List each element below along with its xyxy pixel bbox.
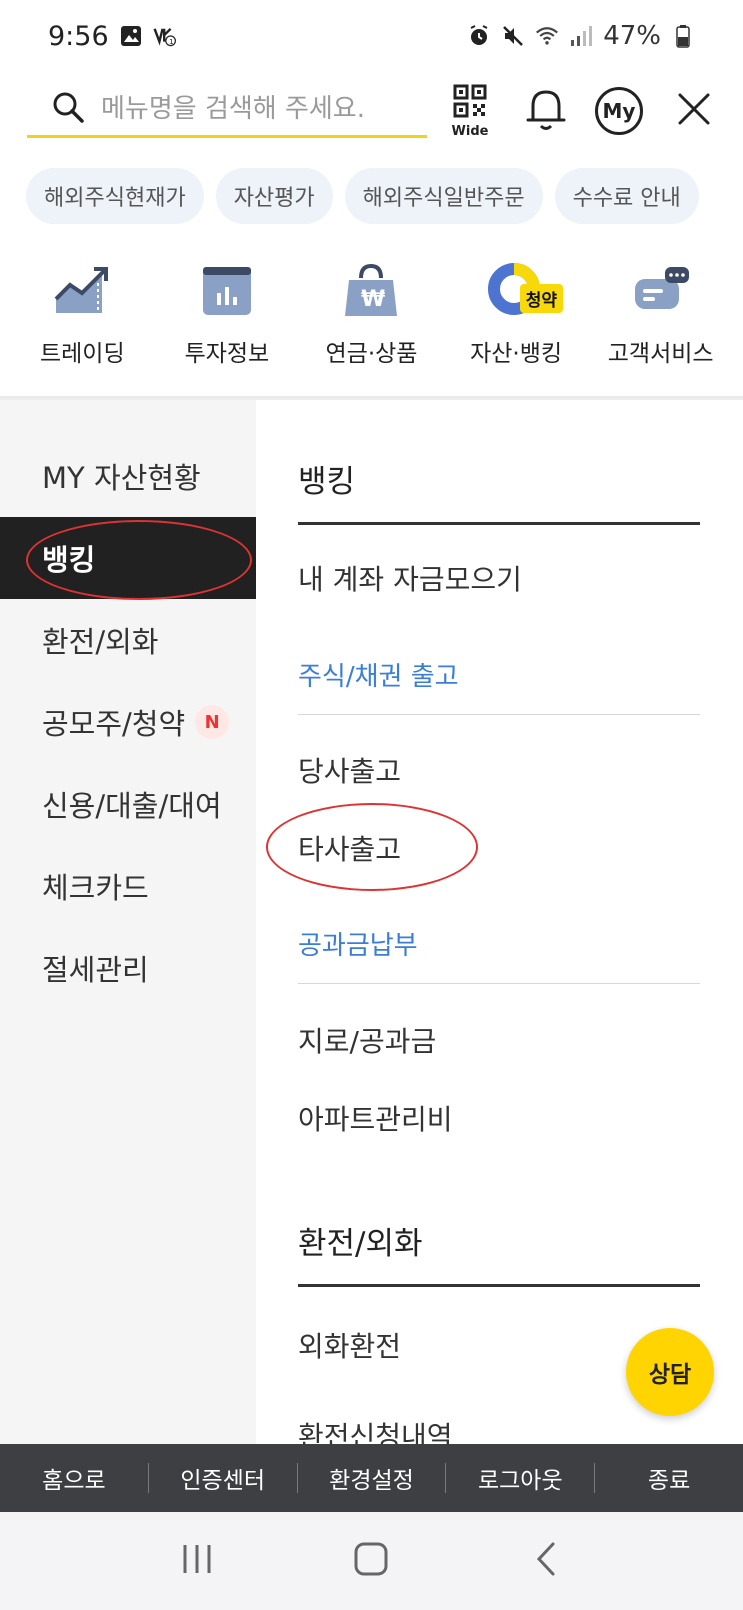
category-customer-service[interactable]: 고객서비스 xyxy=(591,258,731,398)
section-title-banking: 뱅킹 xyxy=(298,464,356,500)
nav-item-label: 절세관리 xyxy=(42,953,149,987)
mute-icon xyxy=(501,24,525,48)
group-divider xyxy=(298,714,700,715)
svg-text:₩: ₩ xyxy=(361,287,385,312)
notification-button[interactable] xyxy=(522,78,570,144)
status-time: 9:56 xyxy=(48,20,109,52)
category-invest-info[interactable]: 투자정보 xyxy=(157,258,297,398)
my-page-button[interactable]: My xyxy=(594,78,644,144)
search-icon xyxy=(51,90,91,128)
recent-apps-button[interactable] xyxy=(167,1536,227,1586)
section-divider xyxy=(298,1284,700,1287)
back-button[interactable] xyxy=(516,1536,576,1586)
group-divider xyxy=(298,983,700,984)
image-icon xyxy=(119,24,143,48)
category-label: 트레이딩 xyxy=(39,341,125,367)
search-box[interactable] xyxy=(27,82,427,138)
category-label: 자산·뱅킹 xyxy=(470,341,563,367)
nav-item-label: 공모주/청약 xyxy=(42,707,186,741)
bottom-home[interactable]: 홈으로 xyxy=(0,1461,148,1495)
wifi-icon xyxy=(535,24,559,48)
app-notification-icon: 1 xyxy=(153,24,177,48)
alarm-icon xyxy=(467,24,491,48)
category-asset-banking[interactable]: 청약 자산·뱅킹 xyxy=(446,258,586,398)
home-icon xyxy=(353,1541,389,1581)
category-trading[interactable]: 트레이딩 xyxy=(12,258,152,398)
bottom-cert-center[interactable]: 인증센터 xyxy=(149,1461,297,1495)
qr-label: Wide xyxy=(451,123,489,139)
link-our-transfer[interactable]: 당사출고 xyxy=(298,750,401,790)
group-head-utility: 공과금납부 xyxy=(298,931,418,961)
recent-apps-icon xyxy=(180,1542,214,1580)
search-row: Wide My xyxy=(0,72,743,172)
bottom-exit[interactable]: 종료 xyxy=(595,1461,743,1495)
quick-chips: 해외주식현재가 자산평가 해외주식일반주문 수수료 안내 xyxy=(26,168,743,224)
link-fx-exchange[interactable]: 외화환전 xyxy=(298,1325,401,1365)
category-pension[interactable]: ₩ 연금·상품 xyxy=(301,258,441,398)
nav-item-label: 환전/외화 xyxy=(42,625,159,659)
nav-item-ipo[interactable]: 공모주/청약 N xyxy=(0,681,256,763)
chart-trend-icon xyxy=(47,258,117,324)
back-icon xyxy=(533,1541,559,1581)
status-left: 9:56 1 xyxy=(48,21,177,52)
nav-item-fx[interactable]: 환전/외화 xyxy=(0,599,256,681)
my-label: My xyxy=(595,87,643,135)
signal-icon xyxy=(569,24,593,48)
nav-item-label: 체크카드 xyxy=(42,871,149,905)
group-head-stock-bond: 주식/채권 출고 xyxy=(298,662,459,692)
category-label: 연금·상품 xyxy=(325,341,418,367)
link-collect-funds[interactable]: 내 계좌 자금모으기 xyxy=(298,558,522,598)
nav-item-label: 신용/대출/대여 xyxy=(42,789,222,823)
report-icon xyxy=(192,258,262,324)
home-button[interactable] xyxy=(341,1536,401,1586)
new-badge: N xyxy=(195,705,230,739)
link-giro[interactable]: 지로/공과금 xyxy=(298,1020,436,1060)
battery-percent: 47% xyxy=(603,21,661,51)
subscription-badge: 청약 xyxy=(519,284,564,313)
category-label: 투자정보 xyxy=(184,341,270,367)
annotation-circle-banking xyxy=(26,520,252,600)
category-label: 고객서비스 xyxy=(607,341,714,367)
menu-content: 뱅킹 내 계좌 자금모으기 주식/채권 출고 당사출고 타사출고 공과금납부 지… xyxy=(256,400,743,1444)
chip-fee-info[interactable]: 수수료 안내 xyxy=(554,168,699,224)
status-bar: 9:56 1 47% xyxy=(0,0,743,72)
status-right: 47% xyxy=(467,21,695,51)
nav-item-credit-loan[interactable]: 신용/대출/대여 xyxy=(0,763,256,845)
chip-overseas-order[interactable]: 해외주식일반주문 xyxy=(344,168,543,224)
link-fx-history[interactable]: 환전신청내역 xyxy=(298,1415,453,1444)
bottom-bar: 홈으로 인증센터 환경설정 로그아웃 종료 xyxy=(0,1444,743,1512)
system-nav-bar xyxy=(0,1512,743,1610)
bell-icon xyxy=(525,86,567,136)
battery-icon xyxy=(671,24,695,48)
close-button[interactable] xyxy=(674,78,714,144)
close-icon xyxy=(677,92,711,130)
section-divider xyxy=(298,522,700,525)
bottom-logout[interactable]: 로그아웃 xyxy=(446,1461,594,1495)
svg-text:1: 1 xyxy=(169,37,174,46)
category-bar: 트레이딩 투자정보 ₩ 연금·상품 청약 자산·뱅킹 고객서비스 xyxy=(0,258,743,398)
link-apartment-fee[interactable]: 아파트관리비 xyxy=(298,1098,453,1138)
chip-asset-eval[interactable]: 자산평가 xyxy=(215,168,333,224)
chip-overseas-price[interactable]: 해외주식현재가 xyxy=(26,168,204,224)
nav-item-check-card[interactable]: 체크카드 xyxy=(0,845,256,927)
donut-chart-icon: 청약 xyxy=(481,258,564,324)
search-input[interactable] xyxy=(101,93,421,124)
consult-button[interactable]: 상담 xyxy=(626,1328,714,1416)
annotation-circle-other-transfer xyxy=(266,803,478,891)
nav-item-tax[interactable]: 절세관리 xyxy=(0,927,256,1009)
bag-won-icon: ₩ xyxy=(336,258,406,324)
nav-item-label: MY 자산현황 xyxy=(42,461,201,495)
qr-scan-button[interactable]: Wide xyxy=(448,78,492,144)
nav-item-my-assets[interactable]: MY 자산현황 xyxy=(0,435,256,517)
qr-code-icon xyxy=(453,84,487,122)
bottom-settings[interactable]: 환경설정 xyxy=(298,1461,446,1495)
section-title-fx: 환전/외화 xyxy=(298,1226,423,1262)
chat-bubble-icon xyxy=(626,258,696,324)
